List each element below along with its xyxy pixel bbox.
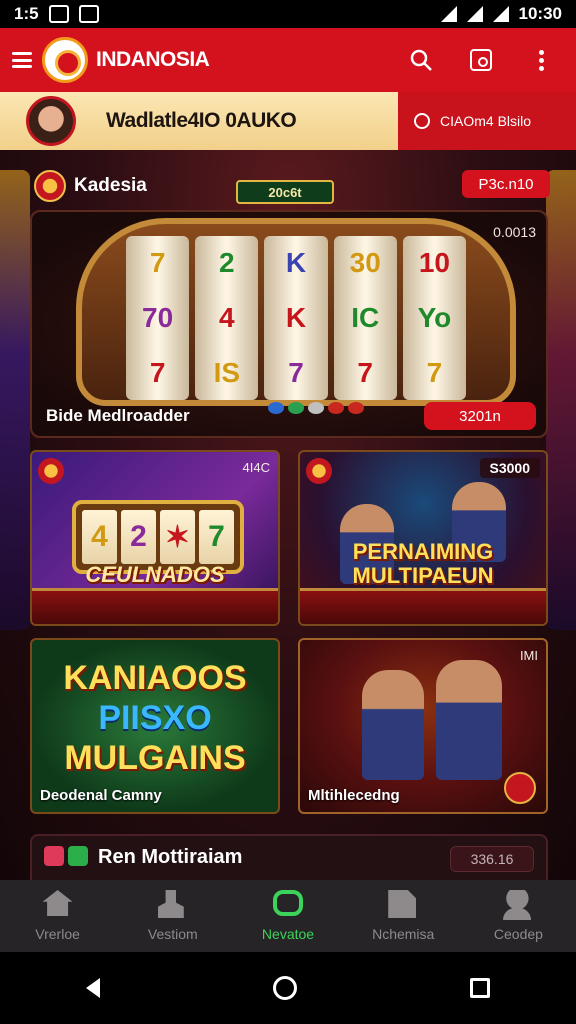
edit-icon — [388, 890, 417, 918]
nav-label: Nevatoe — [261, 926, 315, 942]
balance-button[interactable]: P3c.n10 — [462, 170, 550, 198]
clock-left: 1:5 — [14, 4, 39, 23]
nav-item-game[interactable]: Nevatoe — [230, 880, 345, 952]
nav-label: Nchemisa — [372, 926, 435, 942]
game-card-4[interactable]: IMI Mltihlecedng — [298, 638, 548, 814]
chip-icon — [34, 170, 66, 202]
reels: 7 70 7 2 4 IS K K 7 30 IC 7 10 Yo 7 — [126, 236, 467, 400]
home-button-icon[interactable] — [272, 976, 297, 1000]
app-logo — [42, 37, 88, 83]
list-item-title: Ren Mottiraiam — [98, 846, 243, 868]
cash-icon — [68, 846, 88, 866]
featured-label: Bide Medlroadder — [46, 406, 190, 425]
game-title: CEULNADOS — [85, 562, 225, 587]
game-title: PERNAIMING MULTIPAEUN — [352, 539, 494, 588]
slot-machine: 7 70 7 2 4 IS K K 7 30 IC 7 10 Yo 7 — [76, 218, 516, 406]
table-edge — [300, 588, 546, 624]
chip-icon — [306, 458, 332, 484]
recents-icon[interactable] — [469, 978, 490, 998]
list-item[interactable]: Ren Mottiraiam 336.16 — [30, 834, 548, 880]
person-icon — [157, 890, 184, 918]
section-title: Kadesia — [74, 175, 147, 196]
clock: 10:30 — [518, 4, 562, 23]
nav-item-person[interactable]: Vestiom — [115, 880, 230, 952]
game-card-2[interactable]: S3000 PERNAIMING MULTIPAEUN — [298, 450, 548, 626]
table-edge — [32, 588, 278, 624]
more-icon[interactable] — [518, 37, 564, 83]
search-icon[interactable] — [398, 37, 444, 83]
game-title: KANIAOOS PIISXO MULGAINS — [63, 659, 247, 777]
decor-left — [0, 170, 30, 630]
game-badge: S3000 — [479, 458, 540, 478]
play-icon[interactable] — [504, 772, 536, 804]
signal-icon-2 — [492, 6, 509, 22]
main-content: Kadesia 20c6t P3c.n10 7 70 7 2 4 IS K K … — [0, 150, 576, 880]
jackpot-pill: 20c6t — [236, 180, 334, 204]
status-bar: 1:5 10:30 — [0, 0, 576, 28]
reel-4: 30 IC 7 — [333, 236, 397, 400]
nav-label: Ceodep — [493, 926, 543, 942]
game-corner-label: IMI — [519, 648, 538, 663]
game-card-3[interactable]: KANIAOOS PIISXO MULGAINS Deodenal Camny — [30, 638, 280, 814]
list-item-value: 336.16 — [450, 846, 534, 872]
back-icon[interactable] — [86, 978, 101, 998]
app-notification-icon — [78, 5, 99, 23]
game-card-1[interactable]: 4I4C 4 2 ✶ 7 CEULNADOS — [30, 450, 280, 626]
reel-3: K K 7 — [264, 236, 328, 400]
section-header: Kadesia — [34, 170, 147, 202]
featured-slot-card[interactable]: 7 70 7 2 4 IS K K 7 30 IC 7 10 Yo 7 0.00… — [30, 210, 548, 438]
nav-item-user[interactable]: Ceodep — [461, 880, 576, 952]
home-icon — [42, 890, 73, 916]
nav-label: Vestiom — [147, 926, 198, 942]
chip-icon — [38, 458, 64, 484]
notification-icon — [48, 5, 69, 23]
system-nav — [0, 952, 576, 1024]
card-icon — [44, 846, 64, 866]
promo-banner[interactable]: Wadlatle4IO 0AUKO CIAOm4 Blsilo — [0, 92, 576, 150]
decor-right — [546, 170, 576, 630]
reel-2: 2 4 IS — [195, 236, 259, 400]
app-header: INDANOSIA — [0, 28, 576, 92]
signal-icon — [466, 6, 483, 22]
game-label: Mltihlecedng — [308, 787, 400, 804]
app-title: INDANOSIA — [96, 48, 210, 71]
banner-action[interactable]: CIAOm4 Blsilo — [398, 92, 576, 150]
indicator-lights — [268, 402, 364, 414]
play-button[interactable]: 3201n — [424, 402, 536, 430]
game-icon — [273, 890, 303, 916]
info-icon — [414, 113, 430, 129]
host-figure-1 — [362, 670, 424, 780]
avatar — [26, 96, 76, 146]
nav-label: Vrerloe — [35, 926, 80, 942]
menu-icon[interactable] — [12, 52, 32, 68]
banner-action-label: CIAOm4 Blsilo — [440, 113, 532, 129]
host-figure-2 — [436, 660, 502, 780]
reel-5: 10 Yo 7 — [402, 236, 467, 400]
featured-value: 0.0013 — [493, 224, 536, 240]
reel-1: 7 70 7 — [126, 236, 190, 400]
game-corner-label: 4I4C — [242, 460, 270, 475]
nav-item-home[interactable]: Vrerloe — [0, 880, 115, 952]
game-label: Deodenal Camny — [40, 787, 162, 804]
wifi-icon — [440, 6, 457, 22]
wallet-icon[interactable] — [458, 37, 504, 83]
banner-text: Wadlatle4IO 0AUKO — [106, 109, 297, 132]
nav-item-edit[interactable]: Nchemisa — [346, 880, 461, 952]
bottom-nav: Vrerloe Vestiom Nevatoe Nchemisa Ceodep — [0, 880, 576, 952]
